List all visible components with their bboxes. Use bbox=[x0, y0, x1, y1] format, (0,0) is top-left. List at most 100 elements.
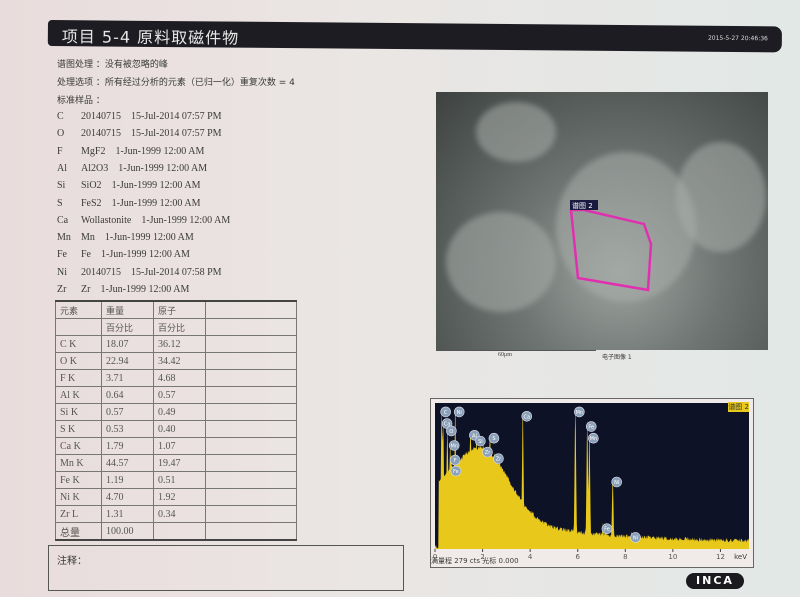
table-cell: Si K bbox=[56, 404, 102, 421]
table-cell bbox=[206, 319, 297, 336]
table-cell: 重量 bbox=[101, 301, 153, 319]
table-cell: Mn K bbox=[56, 455, 102, 472]
standard-row: Mn Mn 1-Jun-1999 12:00 AM bbox=[57, 232, 194, 243]
spectrum-title: 谱图 2 bbox=[728, 402, 749, 412]
table-cell bbox=[206, 404, 297, 421]
table-cell: 总量 bbox=[56, 523, 102, 541]
table-cell: 百分比 bbox=[101, 319, 153, 336]
table-cell: 0.34 bbox=[154, 506, 206, 523]
table-cell: 34.42 bbox=[154, 353, 206, 370]
table-row: Zr L 1.31 0.34 bbox=[56, 506, 297, 523]
peak-label: Ca bbox=[523, 414, 530, 420]
standard-row: O 20140715 15-Jul-2014 07:57 PM bbox=[57, 128, 222, 139]
standard-el: C bbox=[57, 111, 81, 122]
x-tick-label: 8 bbox=[623, 553, 627, 561]
standard-std: MgF2 bbox=[81, 146, 105, 157]
peak-label: Si bbox=[478, 439, 483, 445]
peak-label: Ni bbox=[457, 410, 462, 416]
standard-row: Si SiO2 1-Jun-1999 12:00 AM bbox=[57, 180, 200, 191]
results-table: 元素 重量 原子 百分比 百分比 C K 18.07 36.12 O K 22.94 34.42 F … bbox=[55, 300, 297, 541]
table-row: Al K 0.64 0.57 bbox=[56, 387, 297, 404]
table-cell: 1.07 bbox=[154, 438, 206, 455]
eds-spectrum: C Ca O Mn F Fe Ni Al Si Zr S Zr Ca Mn Fe Mn Fe Ni Ni 0 2 4 6 8 1… bbox=[430, 398, 754, 568]
x-tick-label: 12 bbox=[716, 553, 725, 561]
standard-row: Ca Wollastonite 1-Jun-1999 12:00 AM bbox=[57, 215, 230, 226]
x-tick-label: 10 bbox=[668, 553, 677, 561]
peak-label: Zr bbox=[496, 457, 502, 463]
table-cell bbox=[206, 336, 297, 353]
x-tick-label: 6 bbox=[575, 553, 580, 561]
table-cell: 0.53 bbox=[101, 421, 153, 438]
table-cell: 原子 bbox=[154, 301, 206, 319]
table-cell: Ca K bbox=[56, 438, 102, 455]
table-cell: 百分比 bbox=[154, 319, 206, 336]
table-cell: 1.79 bbox=[101, 438, 153, 455]
standard-date: 1-Jun-1999 12:00 AM bbox=[105, 232, 194, 243]
standard-row: F MgF2 1-Jun-1999 12:00 AM bbox=[57, 146, 204, 157]
table-cell: 18.07 bbox=[101, 336, 153, 353]
table-cell: 0.49 bbox=[154, 404, 206, 421]
standard-date: 1-Jun-1999 12:00 AM bbox=[115, 146, 204, 157]
table-cell: 100.00 bbox=[101, 523, 153, 541]
table-cell: 0.51 bbox=[154, 472, 206, 489]
standard-el: Al bbox=[57, 163, 81, 174]
standard-date: 15-Jul-2014 07:58 PM bbox=[131, 267, 222, 278]
peak-label: Fe bbox=[604, 527, 610, 533]
x-tick-label: 4 bbox=[528, 553, 533, 561]
table-row: S K 0.53 0.40 bbox=[56, 421, 297, 438]
standard-el: O bbox=[57, 128, 81, 139]
table-cell: Fe K bbox=[56, 472, 102, 489]
table-cell: 0.64 bbox=[101, 387, 153, 404]
standard-el: Zr bbox=[57, 284, 81, 295]
peak-label: Ni bbox=[614, 480, 619, 486]
table-cell bbox=[206, 301, 297, 319]
standard-row: C 20140715 15-Jul-2014 07:57 PM bbox=[57, 111, 222, 122]
spectrum-region-outline bbox=[571, 210, 651, 290]
table-cell: 0.57 bbox=[154, 387, 206, 404]
standard-date: 15-Jul-2014 07:57 PM bbox=[131, 128, 222, 139]
table-cell: O K bbox=[56, 353, 102, 370]
table-cell: 4.70 bbox=[101, 489, 153, 506]
table-row: F K 3.71 4.68 bbox=[56, 370, 297, 387]
standard-row: Ni 20140715 15-Jul-2014 07:58 PM bbox=[57, 267, 222, 278]
table-row: Si K 0.57 0.49 bbox=[56, 404, 297, 421]
peak-label: S bbox=[492, 436, 495, 442]
notes-box: 注释： bbox=[48, 545, 404, 591]
table-cell: 元素 bbox=[56, 301, 102, 319]
standard-date: 1-Jun-1999 12:00 AM bbox=[112, 198, 201, 209]
table-cell bbox=[206, 472, 297, 489]
standard-el: F bbox=[57, 146, 81, 157]
spectrum-processing: 谱图处理 ：没有被忽略的峰 bbox=[57, 57, 168, 70]
table-cell bbox=[206, 489, 297, 506]
table-cell: F K bbox=[56, 370, 102, 387]
spectrum-unit: keV bbox=[734, 553, 747, 561]
region-label: 谱图 2 bbox=[572, 201, 593, 211]
report-title: 项目 5-4 原料取磁件物 bbox=[62, 23, 240, 49]
table-cell: 44.57 bbox=[101, 455, 153, 472]
table-cell: 19.47 bbox=[154, 455, 206, 472]
table-cell: Ni K bbox=[56, 489, 102, 506]
standard-date: 1-Jun-1999 12:00 AM bbox=[101, 249, 190, 260]
table-cell bbox=[206, 455, 297, 472]
table-cell: 22.94 bbox=[101, 353, 153, 370]
table-cell: 4.68 bbox=[154, 370, 206, 387]
standard-std: 20140715 bbox=[81, 267, 121, 278]
standards-label: 标准样品 ： bbox=[57, 93, 105, 106]
table-cell: C K bbox=[56, 336, 102, 353]
table-row: Ca K 1.79 1.07 bbox=[56, 438, 297, 455]
standard-std: SiO2 bbox=[81, 180, 102, 191]
table-cell: Zr L bbox=[56, 506, 102, 523]
table-cell: 0.57 bbox=[101, 404, 153, 421]
standard-std: 20140715 bbox=[81, 128, 121, 139]
standard-std: Al2O3 bbox=[81, 163, 108, 174]
standard-std: Mn bbox=[81, 232, 95, 243]
table-row: Mn K 44.57 19.47 bbox=[56, 455, 297, 472]
table-subheader: 百分比 百分比 bbox=[56, 319, 297, 336]
peak-label: Ni bbox=[633, 535, 638, 541]
standard-el: Ni bbox=[57, 267, 81, 278]
standard-row: Zr Zr 1-Jun-1999 12:00 AM bbox=[57, 284, 189, 295]
table-row: Ni K 4.70 1.92 bbox=[56, 489, 297, 506]
report-datetime: 2015-5-27 20:46:36 bbox=[708, 35, 768, 43]
table-row: Fe K 1.19 0.51 bbox=[56, 472, 297, 489]
table-cell: 0.40 bbox=[154, 421, 206, 438]
